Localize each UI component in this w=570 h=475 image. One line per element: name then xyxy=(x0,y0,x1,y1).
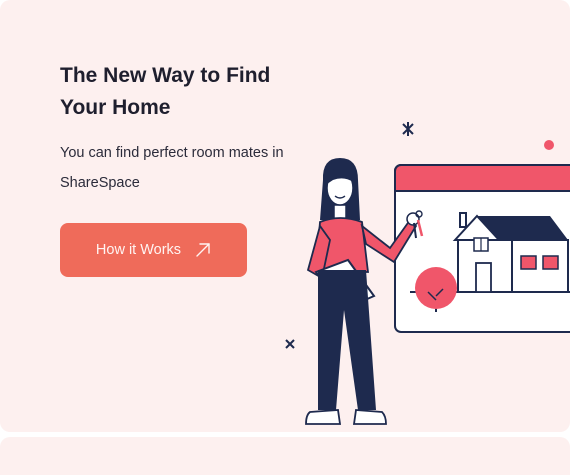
next-card-edge xyxy=(0,437,570,475)
how-it-works-button[interactable]: How it Works xyxy=(60,223,247,277)
how-it-works-label: How it Works xyxy=(95,242,182,258)
house-icon xyxy=(452,212,569,293)
house-hunting-illustration xyxy=(285,122,570,425)
decor-dot-icon xyxy=(544,140,554,150)
cross-icon xyxy=(285,339,295,349)
hero-card: The New Way to Find Your Home You can fi… xyxy=(0,0,570,432)
arrow-up-right-icon xyxy=(196,243,210,257)
star-icon xyxy=(402,122,414,136)
